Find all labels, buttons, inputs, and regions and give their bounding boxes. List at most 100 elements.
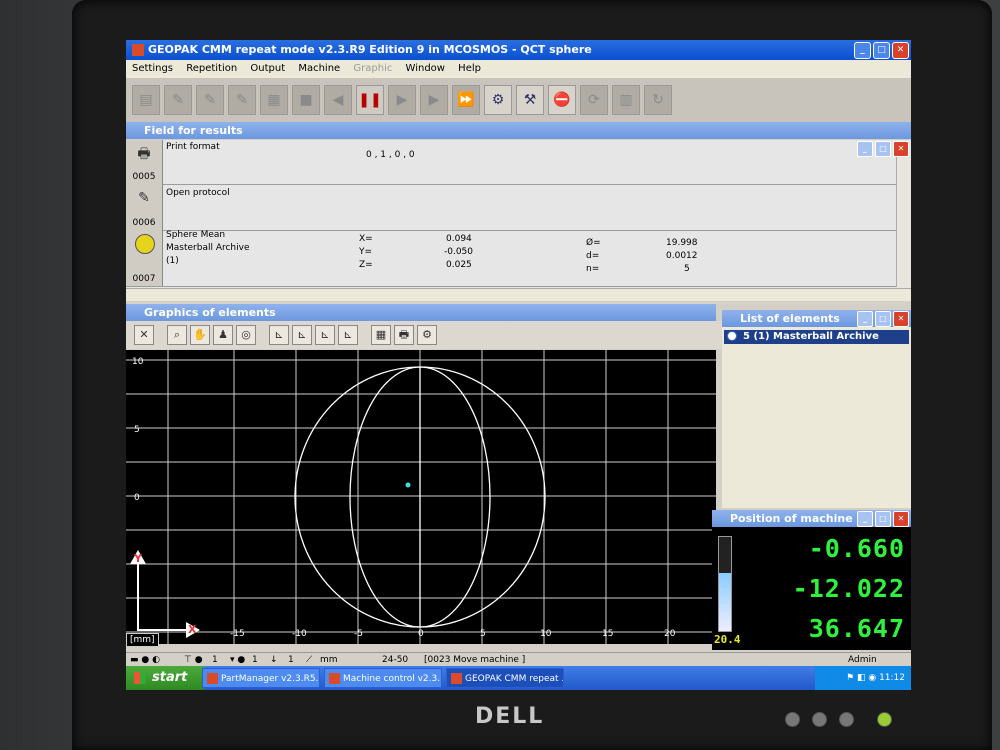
x-tick: 20 (664, 629, 676, 639)
play-icon[interactable]: ▶ (420, 85, 448, 115)
menu-help[interactable]: Help (458, 63, 481, 74)
position-panel-title: Position of machine (730, 512, 853, 525)
minimize-button[interactable]: _ (857, 511, 873, 527)
app-icon (132, 44, 144, 56)
arrow-down-icon: ↓ (270, 655, 278, 665)
taskbar: start PartManager v2.3.R5... Machine con… (126, 666, 911, 690)
rotate-view-icon[interactable]: ♟ (213, 325, 233, 345)
taskbar-item-machine-control[interactable]: Machine control v2.3.... (324, 668, 442, 688)
print-icon[interactable]: 🖶 (394, 325, 414, 345)
y-tick: 10 (132, 357, 144, 367)
x-tick: -15 (230, 629, 245, 639)
monitor-button[interactable] (839, 712, 854, 727)
center-icon[interactable]: ◎ (236, 325, 256, 345)
y-value: -0.050 (444, 247, 474, 257)
y-axis-label: Y (133, 552, 143, 565)
start-label: start (152, 670, 188, 685)
stop-icon[interactable]: ■ (292, 85, 320, 115)
view-xz-icon[interactable]: ⊾ (292, 325, 312, 345)
tray-icons[interactable]: ⚑ ◧ ◉ (846, 673, 879, 683)
settings-icon[interactable]: ⚙ (417, 325, 437, 345)
list-panel-titlebar: List of elements _ □ ✕ (722, 310, 911, 327)
result-row-print-format[interactable]: 🖶 0005 Print format 0 , 1 , 0 , 0 (126, 140, 911, 185)
window-controls: _ □ ✕ (854, 42, 909, 59)
element-index: (1) (166, 256, 179, 266)
view-3d-icon[interactable]: ⊾ (338, 325, 358, 345)
status-count: 1 (252, 655, 258, 665)
view-xy-icon[interactable]: ⊾ (269, 325, 289, 345)
deviation-label: d= (586, 251, 600, 261)
menu-settings[interactable]: Settings (132, 63, 173, 74)
menu-window[interactable]: Window (406, 63, 445, 74)
element-dot-icon (727, 331, 737, 341)
minimize-button[interactable]: _ (857, 311, 873, 327)
window-titlebar: GEOPAK CMM repeat mode v2.3.R9 Edition 9… (126, 40, 911, 60)
step-back-icon[interactable]: ◀ (324, 85, 352, 115)
temperature-readout: 20.4 (714, 633, 741, 646)
tool-icon[interactable]: ✎ (196, 85, 224, 115)
results-horizontal-scrollbar[interactable] (126, 288, 911, 301)
z-value: 0.025 (446, 260, 472, 270)
menu-graphic: Graphic (353, 63, 393, 74)
close-button[interactable]: ✕ (893, 311, 909, 327)
maximize-button[interactable]: □ (873, 42, 890, 59)
import-icon[interactable]: ▤ (132, 85, 160, 115)
delete-icon[interactable]: ✕ (134, 325, 154, 345)
task-label: GEOPAK CMM repeat ... (465, 674, 564, 684)
menu-output[interactable]: Output (250, 63, 285, 74)
list-item-label: 5 (1) Masterball Archive (743, 331, 879, 342)
taskbar-item-geopak[interactable]: GEOPAK CMM repeat ... (446, 668, 564, 688)
tool-icon[interactable]: ✎ (228, 85, 256, 115)
pin-icon: ▾ ● (230, 655, 246, 665)
tool-icon[interactable]: ✎ (164, 85, 192, 115)
maximize-button[interactable]: □ (875, 311, 891, 327)
taskbar-item-partmanager[interactable]: PartManager v2.3.R5... (202, 668, 320, 688)
rotate-icon[interactable]: ⟳ (580, 85, 608, 115)
graphics-toolbar: ✕ ⌕ ✋ ♟ ◎ ⊾ ⊾ ⊾ ⊾ ▦ 🖶 ⚙ (126, 321, 724, 349)
monitor-button[interactable] (812, 712, 827, 727)
view-yz-icon[interactable]: ⊾ (315, 325, 335, 345)
results-panel-title: Field for results (144, 124, 243, 137)
pause-icon[interactable]: ❚❚ (356, 85, 384, 115)
minimize-button[interactable]: _ (854, 42, 871, 59)
refresh-icon[interactable]: ↻ (644, 85, 672, 115)
list-item[interactable]: 5 (1) Masterball Archive (724, 330, 909, 344)
maximize-button[interactable]: □ (875, 511, 891, 527)
power-button[interactable] (877, 712, 892, 727)
pan-hand-icon[interactable]: ✋ (190, 325, 210, 345)
status-user: Admin (848, 655, 877, 665)
close-button[interactable]: ✕ (893, 511, 909, 527)
graphics-canvas[interactable]: 10 5 0 -15 -10 -5 0 5 10 15 20 Y X (126, 350, 716, 644)
coordinate-axes-indicator: Y X (130, 550, 200, 638)
step-forward-icon[interactable]: ▶ (388, 85, 416, 115)
diameter-value: 19.998 (666, 238, 698, 248)
results-panel-titlebar: Field for results (126, 122, 911, 139)
machine-icon[interactable]: ⚙ (484, 85, 512, 115)
zoom-icon[interactable]: ⌕ (167, 325, 187, 345)
monitor-button[interactable] (785, 712, 800, 727)
close-button[interactable]: ✕ (892, 42, 909, 59)
graphics-svg: 10 5 0 -15 -10 -5 0 5 10 15 20 Y X (126, 350, 716, 644)
start-button[interactable]: start (126, 666, 210, 690)
menu-machine[interactable]: Machine (298, 63, 340, 74)
fast-forward-icon[interactable]: ⏩ (452, 85, 480, 115)
probe-icon[interactable]: ⚒ (516, 85, 544, 115)
row-number: 0005 (132, 172, 156, 182)
y-position-readout: -12.022 (792, 574, 905, 603)
result-row-open-protocol[interactable]: ✎ 0006 Open protocol (126, 184, 911, 231)
y-label: Y= (359, 247, 373, 257)
element-icon[interactable]: ▦ (371, 325, 391, 345)
stop-sign-icon[interactable]: ⛔ (548, 85, 576, 115)
system-tray: ⚑ ◧ ◉ 11:12 (815, 666, 911, 690)
record-icon[interactable]: ▦ (260, 85, 288, 115)
points-label: n= (586, 264, 600, 274)
menu-repetition[interactable]: Repetition (186, 63, 237, 74)
column-icon[interactable]: ▥ (612, 85, 640, 115)
y-tick: 0 (134, 493, 140, 503)
row-number: 0006 (132, 218, 156, 228)
printer-icon: 🖶 (137, 146, 151, 162)
result-row-sphere[interactable]: 0007 Sphere Mean Masterball Archive (1) … (126, 230, 911, 287)
results-vertical-scrollbar[interactable] (896, 157, 911, 287)
probe-status-icon: ⊤ ● (184, 655, 203, 665)
app-icon (329, 673, 340, 684)
